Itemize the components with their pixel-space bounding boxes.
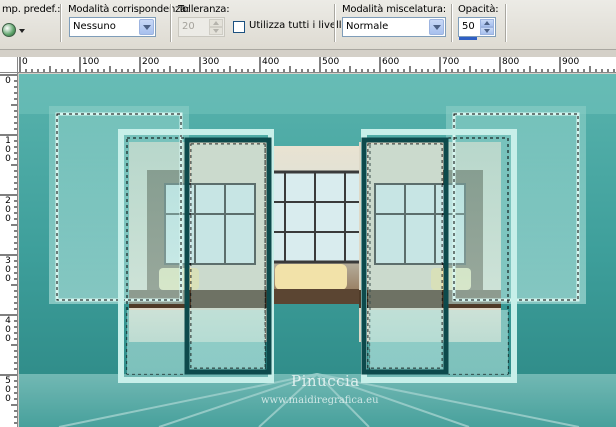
ruler-tick-label: 600 [382, 57, 400, 67]
spin-up-icon[interactable] [209, 19, 223, 27]
ruler-tick-label: 800 [502, 57, 520, 67]
horizontal-ruler-ticks [19, 57, 615, 72]
tolerance-spin-buttons[interactable] [209, 19, 223, 35]
ruler-tick-label: 300 [202, 57, 220, 67]
chevron-down-icon[interactable] [19, 29, 25, 33]
blend-mode-label: Modalità miscelatura: [342, 4, 446, 15]
ruler-tick-label: 500 [322, 57, 340, 67]
use-all-layers-checkbox[interactable] [233, 21, 245, 33]
ruler-tick-label: 400 [262, 57, 280, 67]
tolerance-stepper[interactable]: 20 [178, 17, 225, 37]
ruler-tick-label: 0 [22, 57, 28, 67]
ruler-tick-label: 200 [142, 57, 160, 67]
inner-right-frame [361, 137, 449, 375]
spin-up-icon[interactable] [480, 19, 494, 27]
toolbar-divider [170, 4, 172, 42]
horizontal-ruler: 0 100 200 300 400 500 600 700 800 900 [18, 57, 616, 73]
opacity-level-bar [459, 37, 477, 40]
tolerance-label: Tolleranza: [178, 4, 230, 15]
ruler-tick-label: 0 [5, 214, 11, 224]
preset-sphere-icon[interactable] [2, 23, 16, 37]
opacity-value: 50 [462, 21, 475, 32]
inner-left-frame [184, 137, 272, 375]
preset-label: mp. predef.: [2, 4, 61, 15]
spin-down-icon[interactable] [480, 27, 494, 35]
ruler-tick-label: 0 [5, 334, 11, 344]
toolbar-divider [60, 4, 62, 42]
opacity-spin-buttons[interactable] [480, 19, 494, 35]
ruler-tick-label: 900 [562, 57, 580, 67]
ruler-tick-label: 0 [5, 76, 11, 86]
watermark-url: www.maidiregrafica.eu [261, 395, 379, 406]
ruler-tick-label: 0 [5, 154, 11, 164]
use-all-layers-label[interactable]: Utilizza tutti i livelli [249, 20, 344, 31]
spin-down-icon[interactable] [209, 27, 223, 35]
toolbar-gap [0, 50, 616, 57]
match-mode-value: Nessuno [73, 21, 116, 32]
watermark-signature: Pinuccia [291, 372, 360, 390]
vertical-ruler-ticks [0, 74, 17, 424]
tolerance-value: 20 [182, 21, 195, 32]
vertical-ruler: 0100200300400500 [0, 73, 18, 427]
toolbar-divider [334, 4, 336, 42]
blend-mode-select[interactable]: Normale [342, 17, 446, 37]
ruler-tick-label: 0 [5, 274, 11, 284]
ruler-corner [0, 57, 18, 73]
chevron-down-icon[interactable] [139, 19, 154, 35]
match-mode-select[interactable]: Nessuno [69, 17, 156, 37]
image-canvas[interactable]: Pinuccia www.maidiregrafica.eu [19, 74, 616, 427]
blend-mode-value: Normale [346, 21, 389, 32]
toolbar-divider [451, 4, 453, 42]
opacity-stepper[interactable]: 50 [458, 17, 496, 40]
opacity-label: Opacità: [458, 4, 499, 15]
chevron-down-icon[interactable] [429, 19, 444, 35]
editor-window: mp. predef.: Modalità corrispondenza: Ne… [0, 0, 616, 427]
tool-options-toolbar: mp. predef.: Modalità corrispondenza: Ne… [0, 0, 616, 50]
toolbar-divider [505, 4, 507, 42]
ruler-tick-label: 0 [5, 394, 11, 404]
ruler-tick-label: 100 [82, 57, 100, 67]
ruler-tick-label: 700 [442, 57, 460, 67]
